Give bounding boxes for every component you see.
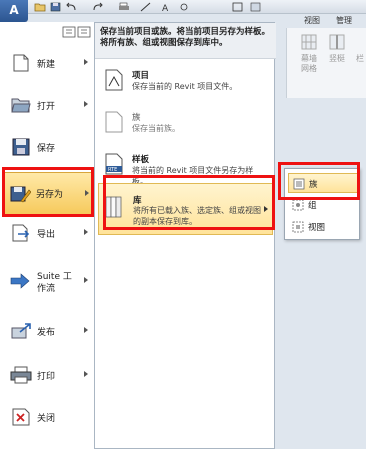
- menu-label: 打开: [37, 102, 56, 112]
- flyout-label: 视图: [308, 223, 326, 233]
- submenu-item-title: 项目: [132, 71, 150, 81]
- new-document-icon: [10, 54, 32, 72]
- export-icon: [10, 224, 32, 242]
- menu-item-print[interactable]: 打印: [6, 356, 92, 398]
- tab-view[interactable]: 视图: [304, 15, 320, 26]
- measure-icon[interactable]: [140, 2, 152, 12]
- print-icon[interactable]: [118, 2, 130, 12]
- quick-access-toolbar: A: [0, 0, 366, 14]
- close-hidden-icon[interactable]: [250, 2, 262, 12]
- text-icon[interactable]: A: [160, 2, 172, 14]
- redo-icon[interactable]: [92, 2, 104, 12]
- publish-icon: [10, 322, 32, 340]
- submenu-item-project[interactable]: 项目 保存当前的 Revit 项目文件。: [98, 63, 273, 107]
- menu-item-suite-workflow[interactable]: Suite 工作流: [6, 262, 92, 304]
- submenu-arrow-icon: [84, 371, 88, 377]
- save-disk-icon: [10, 138, 32, 156]
- submenu-item-title: 样板: [132, 155, 150, 165]
- submenu-item-desc: 保存当前族。: [132, 124, 180, 133]
- highlight-box-save-as: [2, 167, 94, 217]
- menu-label: 打印: [37, 372, 56, 382]
- menu-item-save[interactable]: 保存: [6, 128, 92, 170]
- svg-text:A: A: [162, 4, 169, 12]
- submenu-header: 保存当前项目或族。将当前项目另存为样板。将所有族、组或视图保存到库中。: [95, 23, 276, 59]
- ribbon-tabs: 视图 管理: [296, 14, 366, 28]
- family-file-icon: [104, 111, 124, 133]
- menu-label: 新建: [37, 60, 56, 70]
- tab-manage[interactable]: 管理: [336, 15, 352, 26]
- application-menu: 新建 打开 保存 另存为 导出 Suite 工作流 发布 打印 关闭: [0, 22, 95, 449]
- curtain-grid-label: 幕墙 网格: [301, 54, 317, 73]
- save-as-submenu: 保存当前项目或族。将当前项目另存为样板。将所有族、组或视图保存到库中。 项目 保…: [94, 22, 276, 449]
- undo-icon[interactable]: [66, 2, 78, 12]
- railing-label: 栏: [356, 54, 364, 63]
- submenu-arrow-icon: [84, 101, 88, 107]
- menu-item-close[interactable]: 关闭: [6, 398, 92, 440]
- submenu-arrow-icon: [84, 327, 88, 333]
- open-folder-icon: [10, 96, 32, 114]
- submenu-arrow-icon: [84, 59, 88, 65]
- template-badge: RTE: [108, 167, 117, 173]
- ribbon-panel: 幕墙 网格 竖梃 栏: [286, 28, 366, 98]
- template-file-icon: RTE: [104, 153, 124, 175]
- menu-item-export[interactable]: 导出: [6, 214, 92, 256]
- suite-workflow-icon: [10, 272, 32, 290]
- submenu-item-family[interactable]: 族 保存当前族。: [98, 105, 273, 149]
- menu-item-new[interactable]: 新建: [6, 44, 92, 86]
- group-icon: [292, 199, 304, 211]
- save-icon[interactable]: [50, 2, 62, 12]
- submenu-item-desc: 保存当前的 Revit 项目文件。: [132, 82, 238, 91]
- highlight-box-library: [103, 175, 275, 230]
- application-menu-button[interactable]: A: [0, 0, 28, 22]
- flyout-label: 组: [308, 201, 317, 211]
- menu-label: 保存: [37, 144, 56, 154]
- open-icon[interactable]: [34, 2, 46, 12]
- curtain-grid-icon[interactable]: [301, 34, 317, 50]
- menu-label: 发布: [37, 328, 56, 338]
- mullion-label: 竖梃: [329, 54, 345, 63]
- mullion-icon[interactable]: [329, 34, 345, 50]
- submenu-item-title: 族: [132, 113, 141, 123]
- menu-label: 导出: [37, 230, 56, 240]
- thin-lines-icon[interactable]: [232, 2, 244, 12]
- menu-label: 关闭: [37, 414, 56, 424]
- submenu-arrow-icon: [84, 277, 88, 283]
- close-document-icon: [10, 408, 32, 426]
- recent-documents-toggles: [62, 26, 92, 40]
- app-logo: A: [9, 3, 19, 17]
- highlight-box-family: [278, 162, 360, 200]
- menu-label: Suite 工作流: [37, 272, 72, 294]
- submenu-arrow-icon: [84, 229, 88, 235]
- printer-icon: [10, 366, 32, 384]
- line-icon[interactable]: [178, 2, 190, 12]
- flyout-item-view[interactable]: 视图: [288, 217, 358, 237]
- menu-item-open[interactable]: 打开: [6, 86, 92, 128]
- view-icon: [292, 221, 304, 233]
- menu-item-publish[interactable]: 发布: [6, 312, 92, 354]
- project-file-icon: [104, 69, 124, 91]
